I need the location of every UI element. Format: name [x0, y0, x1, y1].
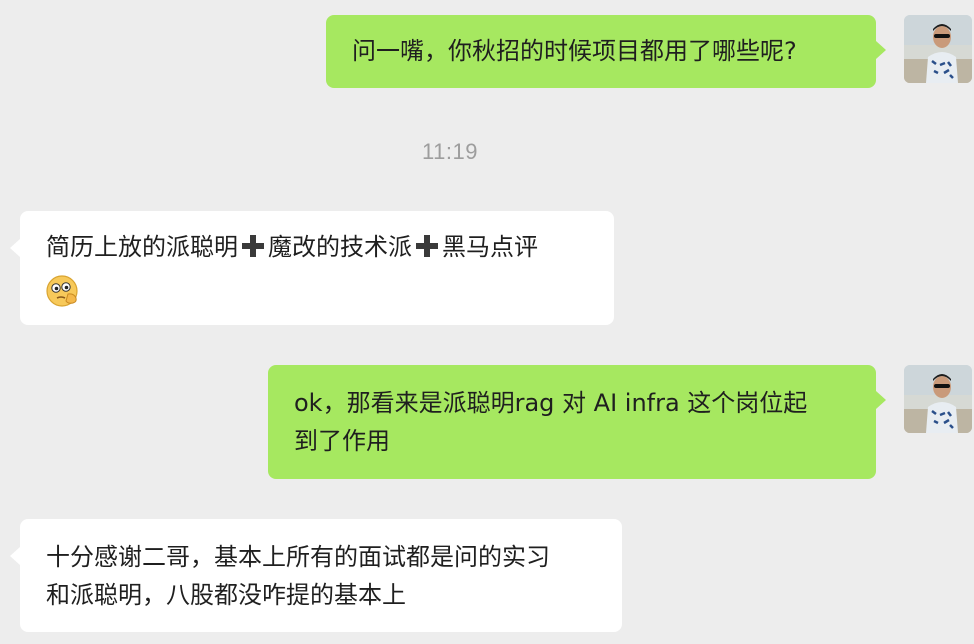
outgoing-message-1[interactable]: 问一嘴，你秋招的时候项目都用了哪些呢?	[326, 15, 886, 88]
message-line-1: ok，那看来是派聪明rag 对 AI infra 这个岗位起	[294, 389, 808, 417]
message-text-part-1: 简历上放的派聪明	[46, 233, 238, 261]
message-line-2: 到了作用	[294, 427, 390, 455]
heavy-plus-icon	[416, 235, 438, 257]
user-avatar[interactable]	[904, 365, 972, 433]
outgoing-message-2[interactable]: ok，那看来是派聪明rag 对 AI infra 这个岗位起 到了作用	[268, 365, 886, 479]
user-avatar[interactable]	[904, 15, 972, 83]
heavy-plus-icon	[242, 235, 264, 257]
message-text: 问一嘴，你秋招的时候项目都用了哪些呢?	[352, 37, 797, 65]
message-text-part-3: 黑马点评	[442, 233, 538, 261]
message-text-part-2: 魔改的技术派	[268, 233, 412, 261]
incoming-message-2[interactable]: 十分感谢二哥，基本上所有的面试都是问的实习 和派聪明，八股都没咋提的基本上	[10, 519, 622, 632]
message-line-2: 和派聪明，八股都没咋提的基本上	[46, 581, 406, 609]
message-timestamp: 11:19	[422, 139, 478, 164]
message-line-1: 十分感谢二哥，基本上所有的面试都是问的实习	[46, 543, 550, 571]
chat-area: 问一嘴，你秋招的时候项目都用了哪些呢? 11:19 简历上放的派聪明 魔改的技术派…	[0, 0, 974, 644]
thinking-face-emoji-icon	[46, 275, 78, 307]
incoming-message-1[interactable]: 简历上放的派聪明 魔改的技术派 黑马点评	[10, 211, 614, 325]
